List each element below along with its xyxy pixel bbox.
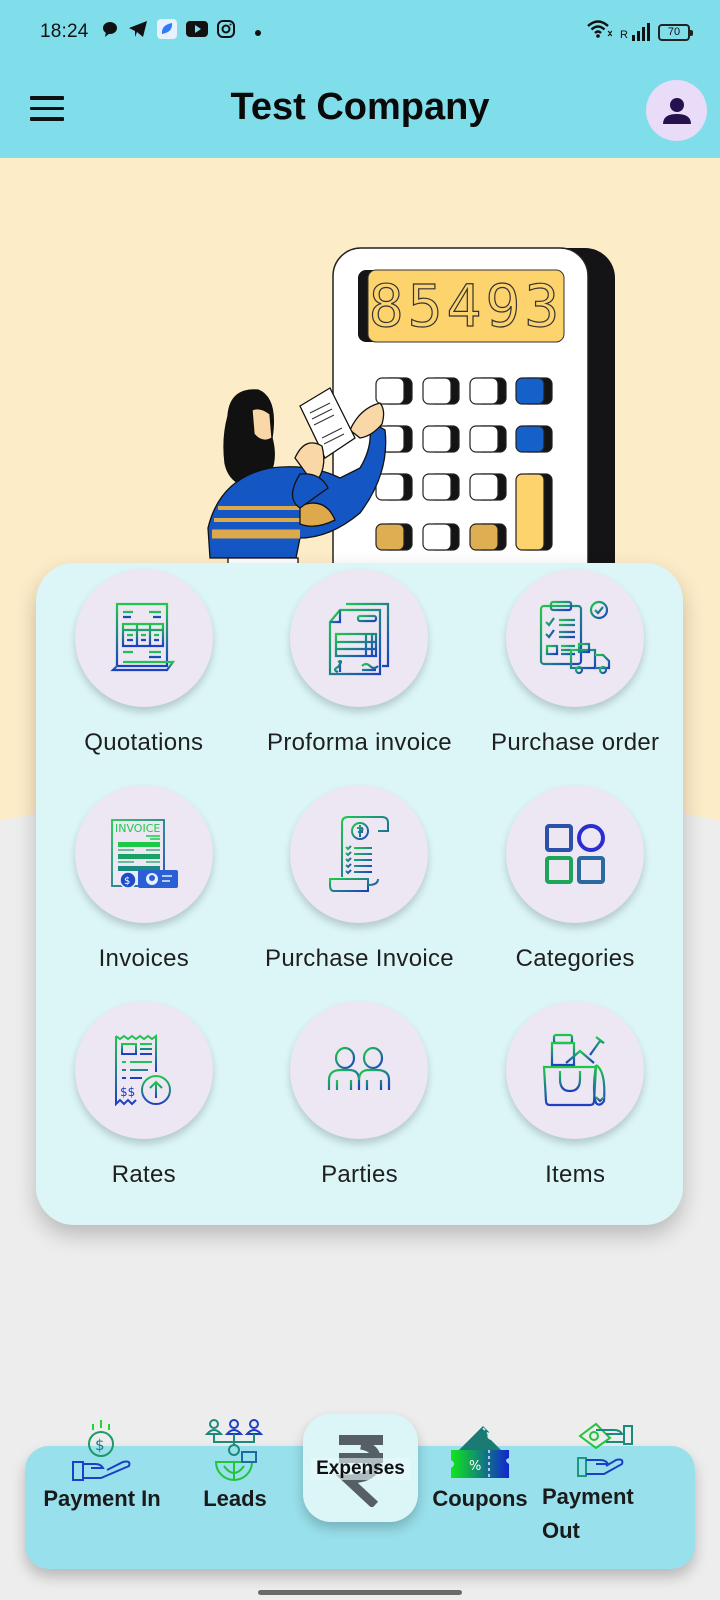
wifi-icon: [586, 19, 613, 45]
tile-label: Quotations: [84, 729, 204, 756]
payment-in-icon: $: [72, 1420, 131, 1481]
tile-parties[interactable]: Parties: [252, 995, 468, 1211]
cell-signal-icon: R: [620, 23, 650, 41]
tile-proforma-invoice[interactable]: Proforma invoice: [252, 563, 468, 779]
rates-receipt-icon: $$: [114, 1034, 171, 1107]
tile-icon-circle: INVOICE $: [74, 785, 213, 923]
people-icon: [328, 1046, 391, 1092]
app-bar: Test Company: [0, 64, 720, 158]
status-bar: 18:24 R 70: [0, 0, 720, 64]
tile-icon-circle: $$: [74, 1001, 213, 1139]
svg-text:$: $: [95, 1436, 105, 1454]
nav-label-line2: Out: [542, 1518, 580, 1543]
tile-label: Proforma invoice: [267, 729, 452, 756]
nav-coupons[interactable]: % Coupons: [430, 1426, 530, 1516]
svg-text:INVOICE: INVOICE: [115, 822, 160, 835]
features-grid: Quotations Proforma invoice Purchase ord…: [36, 563, 683, 1211]
tile-label: Parties: [321, 1161, 398, 1188]
profile-avatar-button[interactable]: [646, 80, 707, 141]
tile-label: Invoices: [98, 945, 190, 972]
person-icon: [662, 97, 691, 124]
instagram-icon: [216, 20, 235, 44]
features-grid-card: Quotations Proforma invoice Purchase ord…: [36, 563, 683, 1225]
coupon-ticket-icon: %: [451, 1426, 509, 1478]
tile-items[interactable]: Items: [467, 995, 683, 1211]
svg-text:%: %: [469, 1459, 481, 1474]
tile-icon-circle: [74, 569, 213, 707]
tile-icon-circle: [290, 785, 429, 923]
top-bar: 18:24 R 70 Test Company: [0, 0, 720, 158]
nav-leads[interactable]: Leads: [185, 1419, 285, 1516]
status-time: 18:24: [40, 21, 89, 42]
youtube-icon: [185, 21, 208, 43]
expenses-fab-button[interactable]: Expenses: [303, 1414, 418, 1522]
chat-bubble-icon: [101, 20, 119, 44]
svg-text:$: $: [124, 876, 130, 887]
nav-label: Coupons: [432, 1486, 528, 1511]
more-dot-icon: [254, 21, 262, 43]
home-indicator[interactable]: [258, 1590, 462, 1595]
nav-payment-out[interactable]: Payment Out: [542, 1422, 652, 1548]
purchase-order-clipboard-icon: [540, 600, 611, 675]
svg-text:$$: $$: [120, 1085, 135, 1099]
tile-rates[interactable]: $$ Rates: [36, 995, 252, 1211]
calculator-display: 85493: [369, 272, 564, 340]
battery-icon: 70: [658, 23, 693, 41]
quotation-document-icon: [110, 602, 176, 672]
fab-label: Expenses: [311, 1458, 410, 1480]
invoice-icon: INVOICE $: [110, 819, 178, 889]
tile-icon-circle: [506, 785, 645, 923]
notification-icons: [101, 19, 262, 45]
nav-label: Payment: [542, 1484, 634, 1509]
categories-grid-icon: [545, 824, 606, 884]
tile-categories[interactable]: Categories: [467, 779, 683, 995]
tile-invoices[interactable]: INVOICE $ Invoices: [36, 779, 252, 995]
shopping-bag-icon: [542, 1033, 606, 1107]
tile-label: Purchase order: [491, 729, 660, 756]
nav-label: Leads: [203, 1486, 267, 1511]
page-title: Test Company: [230, 86, 490, 128]
leads-network-icon: [204, 1419, 264, 1481]
proforma-invoice-icon: [329, 602, 390, 676]
tile-icon-circle: [290, 569, 429, 707]
tile-purchase-order[interactable]: Purchase order: [467, 563, 683, 779]
blue-app-icon: [156, 19, 177, 45]
tile-icon-circle: [290, 1001, 429, 1139]
receipt-scroll-icon: [329, 816, 390, 892]
tile-quotations[interactable]: Quotations: [36, 563, 252, 779]
nav-payment-in[interactable]: $ Payment In: [42, 1420, 162, 1516]
tile-label: Rates: [111, 1161, 176, 1188]
tile-label: Purchase Invoice: [265, 945, 454, 972]
tile-label: Categories: [515, 945, 635, 972]
nav-label: Payment In: [43, 1486, 161, 1511]
payment-out-icon: [577, 1422, 633, 1477]
tile-label: Items: [545, 1161, 606, 1188]
tile-icon-circle: [506, 1001, 645, 1139]
telegram-icon: [128, 20, 148, 44]
tile-icon-circle: [506, 569, 645, 707]
tile-purchase-invoice[interactable]: Purchase Invoice: [252, 779, 468, 995]
